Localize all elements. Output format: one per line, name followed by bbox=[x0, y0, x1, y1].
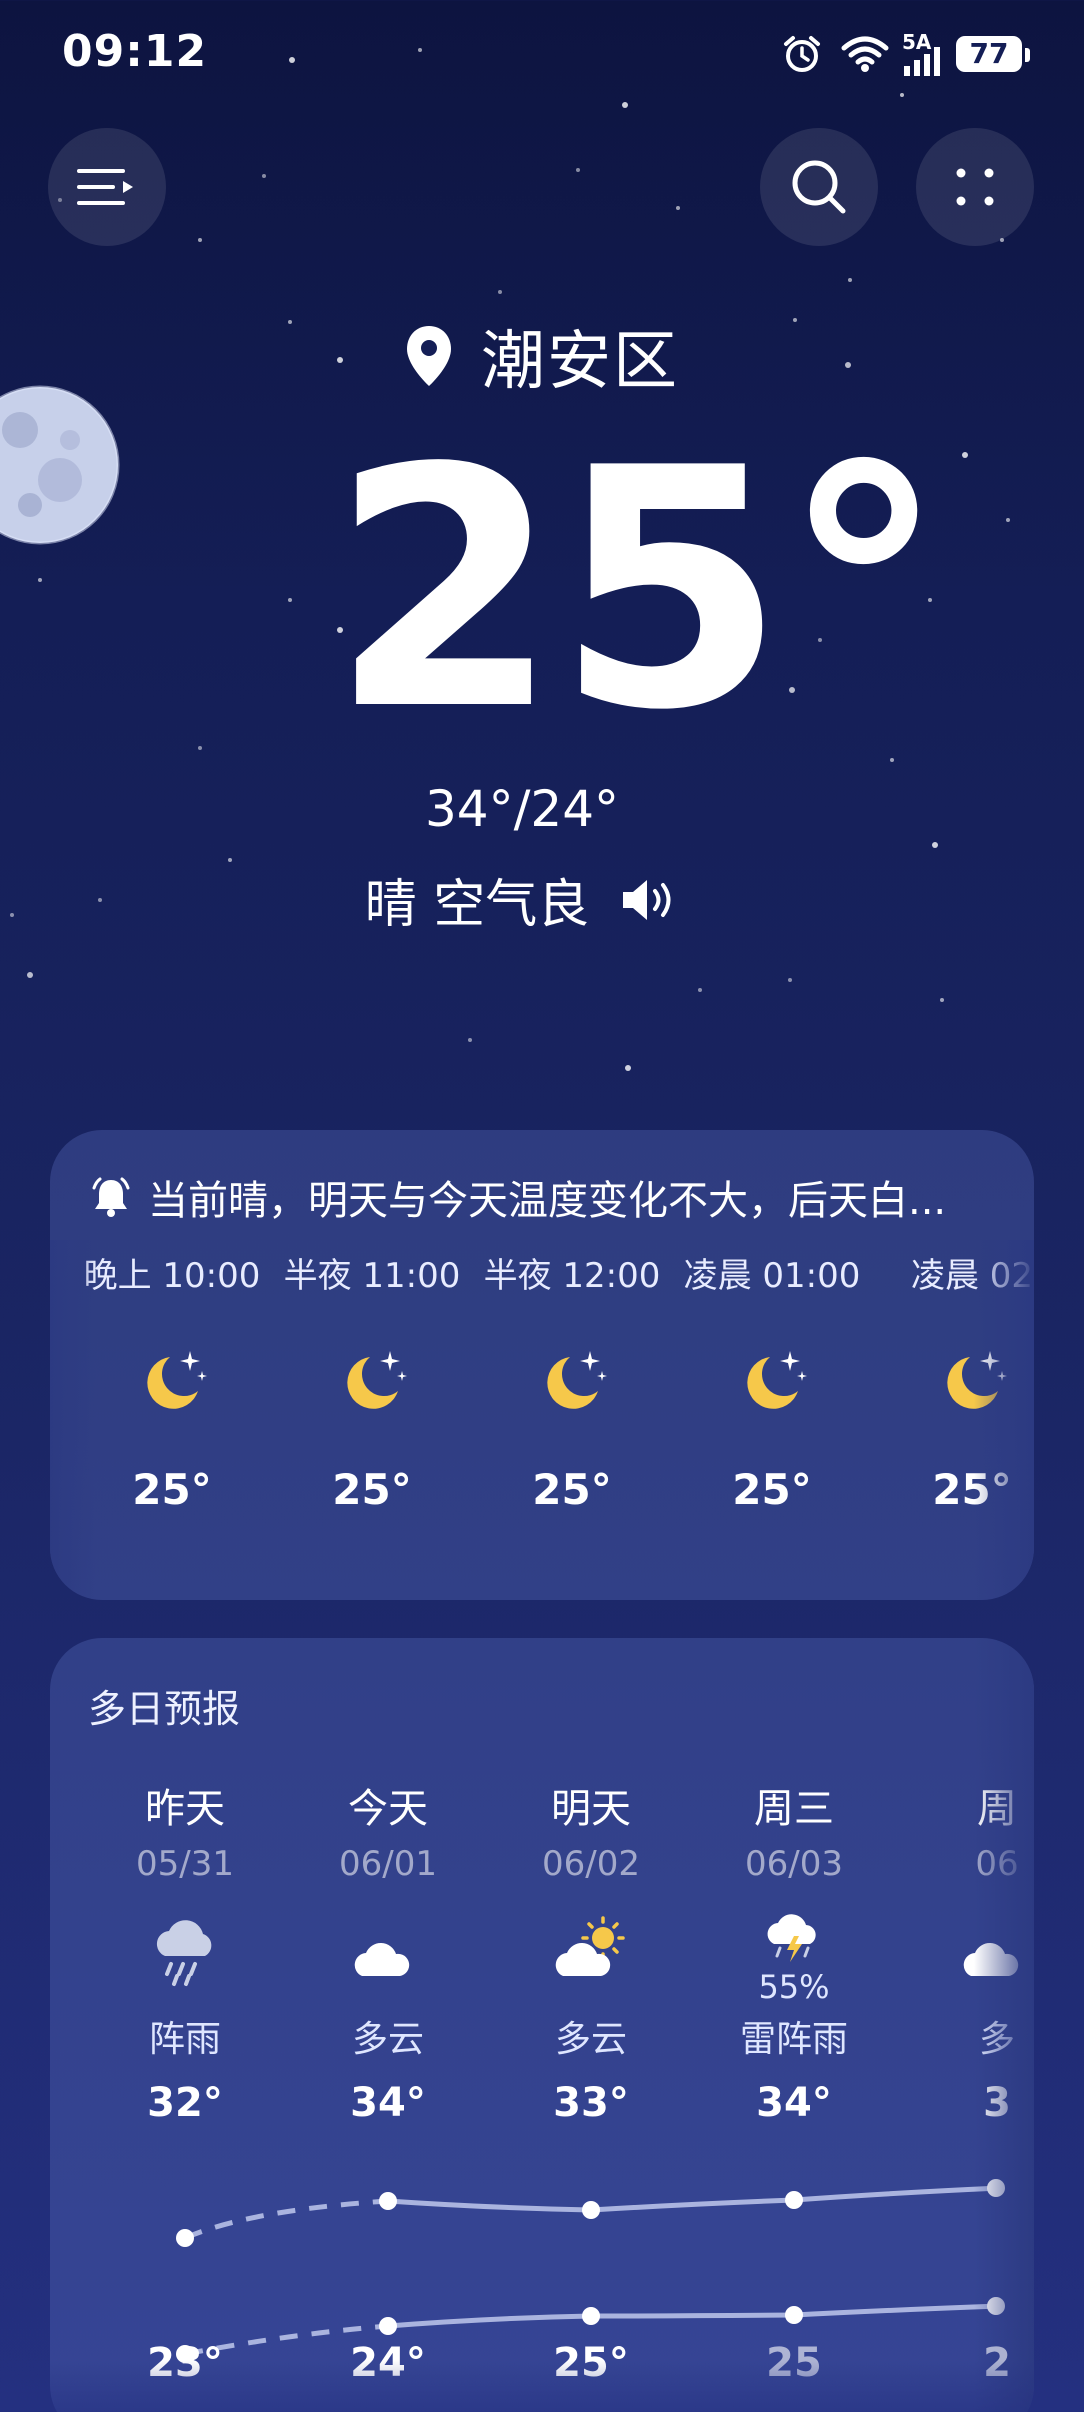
status-time: 09:12 bbox=[62, 26, 208, 77]
day-date: 06/01 bbox=[339, 1844, 437, 1884]
high-low-temperature: 34°/24° bbox=[424, 780, 620, 838]
weather-alert[interactable]: 当前晴，明天与今天温度变化不大，后天白... bbox=[92, 1168, 1012, 1226]
hour-item: 半夜 11:00 25° bbox=[272, 1248, 472, 1514]
hour-item: 晚上 10:00 25° bbox=[72, 1248, 272, 1514]
day-item[interactable]: 周三 06/03 55% 雷阵雨 34° bbox=[704, 1776, 884, 2126]
grid-icon bbox=[956, 168, 994, 206]
hour-temp: 25° bbox=[332, 1465, 412, 1514]
hour-time: 半夜 12:00 bbox=[483, 1256, 661, 1296]
day-condition: 阵雨 bbox=[148, 2019, 221, 2060]
hourly-forecast-card[interactable]: 当前晴，明天与今天温度变化不大，后天白... 晚上 10:00 25° 半夜 1… bbox=[50, 1130, 1034, 1600]
rain-cloud-icon bbox=[95, 1910, 275, 2000]
scroll-fade-right bbox=[974, 1240, 1034, 1600]
hour-temp: 25° bbox=[532, 1465, 612, 1514]
day-high-temp: 34° bbox=[756, 2080, 832, 2126]
bell-icon bbox=[92, 1177, 130, 1217]
daily-forecast-title: 多日预报 bbox=[88, 1687, 241, 1731]
battery-tip bbox=[1025, 48, 1030, 62]
moon-stars-icon bbox=[472, 1341, 672, 1421]
wifi-icon bbox=[841, 36, 889, 72]
high-temp-point bbox=[582, 2201, 600, 2219]
hour-item: 凌晨 01:00 25° bbox=[672, 1248, 872, 1514]
battery-indicator: 77 bbox=[956, 36, 1022, 72]
day-name: 明天 bbox=[551, 1786, 631, 1832]
high-temp-point bbox=[785, 2191, 803, 2209]
day-name: 周三 bbox=[754, 1786, 834, 1832]
hour-temp: 25° bbox=[132, 1465, 212, 1514]
day-date: 06/03 bbox=[745, 1844, 843, 1884]
menu-button[interactable] bbox=[48, 128, 166, 246]
day-item[interactable]: 昨天 05/31 阵雨 32° bbox=[95, 1776, 275, 2126]
current-condition: 晴 空气良 bbox=[0, 862, 1084, 937]
day-name: 今天 bbox=[348, 1786, 428, 1832]
location-title[interactable]: 潮安区 bbox=[0, 310, 1084, 402]
scroll-fade-left bbox=[50, 1240, 96, 1600]
day-date: 06/02 bbox=[542, 1844, 640, 1884]
moon-stars-icon bbox=[672, 1341, 872, 1421]
day-high-temp: 33° bbox=[553, 2080, 629, 2126]
speaker-icon[interactable] bbox=[619, 877, 679, 923]
day-high-temp: 34° bbox=[350, 2080, 426, 2126]
thunderstorm-icon: 55% bbox=[704, 1910, 884, 2006]
high-temp-point bbox=[379, 2192, 397, 2210]
status-icons: 5A 77 bbox=[722, 28, 1030, 78]
day-condition: 雷阵雨 bbox=[739, 2019, 848, 2060]
day-item[interactable]: 今天 06/01 多云 34° bbox=[298, 1776, 478, 2126]
hour-temp: 25° bbox=[732, 1465, 812, 1514]
signal-icon bbox=[904, 47, 940, 76]
current-temperature: 25° bbox=[330, 398, 946, 782]
day-condition: 多云 bbox=[554, 2019, 627, 2060]
moon-stars-icon bbox=[72, 1341, 272, 1421]
moon-illustration bbox=[0, 385, 120, 545]
hour-time: 半夜 11:00 bbox=[283, 1256, 461, 1296]
high-temp-point bbox=[176, 2229, 194, 2247]
status-bar: 09:12 5A 77 bbox=[0, 0, 1084, 110]
day-condition: 多云 bbox=[351, 2019, 424, 2060]
low-temp-point bbox=[379, 2317, 397, 2335]
day-item[interactable]: 明天 06/02 多云 33° bbox=[501, 1776, 681, 2126]
moon-stars-icon bbox=[272, 1341, 472, 1421]
more-button[interactable] bbox=[916, 128, 1034, 246]
cloud-sun-icon bbox=[501, 1910, 681, 2000]
menu-icon bbox=[77, 169, 133, 205]
day-high-temp: 32° bbox=[147, 2080, 223, 2126]
hour-time: 晚上 10:00 bbox=[83, 1256, 261, 1296]
bottom-fade bbox=[0, 2360, 1084, 2412]
condition-text: 晴 空气良 bbox=[364, 875, 590, 935]
hour-item: 半夜 12:00 25° bbox=[472, 1248, 672, 1514]
alarm-icon bbox=[784, 36, 820, 72]
low-temp-point bbox=[785, 2306, 803, 2324]
location-pin-icon bbox=[407, 326, 451, 386]
location-name: 潮安区 bbox=[481, 325, 679, 399]
alert-text: 当前晴，明天与今天温度变化不大，后天白... bbox=[148, 1178, 947, 1224]
low-temp-point bbox=[582, 2307, 600, 2325]
search-button[interactable] bbox=[760, 128, 878, 246]
cloud-moon-icon bbox=[298, 1910, 478, 2000]
daily-forecast-card[interactable]: 多日预报 昨天 05/31 阵雨 32° 今天 06/01 多云 34° 明天 … bbox=[50, 1638, 1034, 2412]
scroll-fade-right bbox=[974, 1638, 1034, 2412]
day-date: 05/31 bbox=[136, 1844, 234, 1884]
hour-time: 凌晨 01:00 bbox=[683, 1256, 861, 1296]
search-icon bbox=[792, 160, 846, 214]
high-temp-curve bbox=[176, 2179, 1005, 2247]
precipitation-probability: 55% bbox=[758, 1968, 830, 2006]
day-name: 昨天 bbox=[145, 1786, 225, 1832]
